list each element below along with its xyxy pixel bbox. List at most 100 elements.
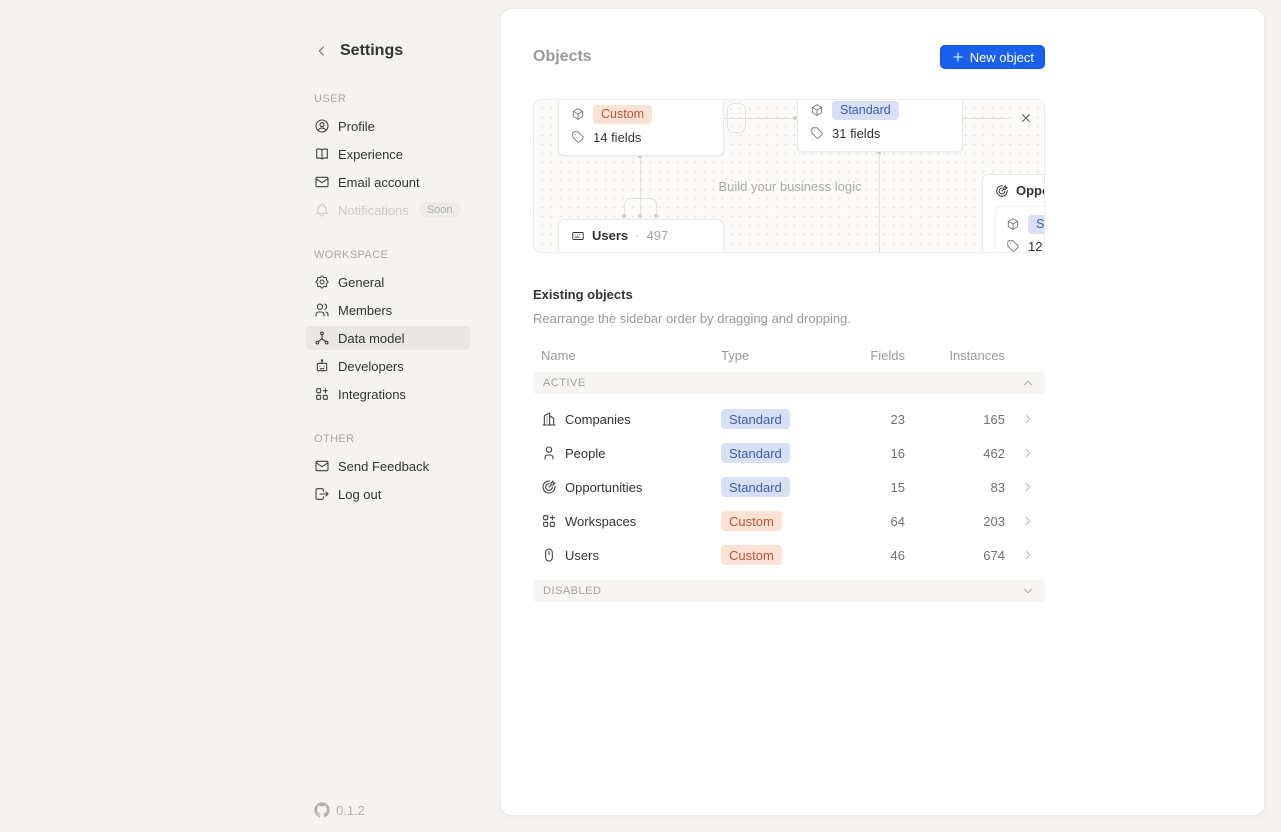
objects-table-header: NameTypeFieldsInstances [533, 341, 1045, 369]
cube-icon [571, 107, 585, 121]
settings-sidebar: Settings USER Profile Experience Email acco… [306, 0, 470, 832]
group-bar-disabled[interactable]: DISABLED [533, 580, 1045, 602]
sidebar-item-integrations[interactable]: Integrations [306, 382, 470, 406]
robot-icon [314, 358, 330, 374]
sidebar-item-label: General [338, 275, 384, 290]
github-icon [314, 802, 330, 818]
connector-dot [622, 214, 626, 218]
chevron-right-icon [1021, 412, 1035, 426]
sidebar-item-developers[interactable]: Developers [306, 354, 470, 378]
fields-count: 64 [845, 514, 905, 529]
sidebar-item-label: Email account [338, 175, 420, 190]
logout-icon [314, 486, 330, 502]
type-tag: Custom [721, 545, 782, 565]
existing-objects-title: Existing objects [533, 287, 1045, 302]
column-header-instances: Instances [905, 348, 1005, 363]
table-row-companies[interactable]: CompaniesStandard23165 [533, 402, 1045, 436]
sidebar-item-label: Developers [338, 359, 404, 374]
mouse-icon [541, 547, 557, 563]
banner-close-button[interactable] [1014, 106, 1038, 130]
object-name: Users [592, 228, 628, 243]
apps-icon [314, 386, 330, 402]
gear-icon [314, 274, 330, 290]
sidebar-item-label: Profile [338, 119, 375, 134]
fields-count: 31 fields [832, 126, 880, 141]
app-version[interactable]: 0.1.2 [314, 802, 365, 818]
section-label-user: USER [306, 93, 470, 105]
sidebar-item-profile[interactable]: Profile [306, 114, 470, 138]
sidebar-item-notifications[interactable]: NotificationsSoon [306, 198, 470, 222]
sidebar-item-label: Experience [338, 147, 403, 162]
sidebar-item-email-account[interactable]: Email account [306, 170, 470, 194]
object-name: Companies [565, 412, 631, 427]
column-header-name: Name [533, 348, 705, 363]
user-circle-icon [314, 118, 330, 134]
type-tag: Standard [721, 443, 790, 463]
type-tag: Standard [721, 409, 790, 429]
sidebar-item-label: Members [338, 303, 392, 318]
group-label: ACTIVE [543, 377, 586, 389]
sidebar-item-experience[interactable]: Experience [306, 142, 470, 166]
sidebar-item-members[interactable]: Members [306, 298, 470, 322]
instances-count: 462 [905, 446, 1005, 461]
mail-icon [314, 174, 330, 190]
instances-count: 83 [905, 480, 1005, 495]
chevron-down-icon [1021, 584, 1035, 598]
connector-line [963, 118, 1009, 119]
settings-header: Settings [306, 42, 470, 60]
plus-icon [951, 50, 965, 64]
sidebar-item-send-feedback[interactable]: Send Feedback [306, 454, 470, 478]
table-row-users[interactable]: UsersCustom46674 [533, 538, 1045, 572]
mail-icon [314, 458, 330, 474]
sidebar-sections: USER Profile Experience Email account Notifi… [306, 93, 470, 506]
connector-dot [638, 214, 642, 218]
cube-icon [810, 103, 824, 117]
fields-count: 12 fields [1028, 239, 1045, 254]
table-row-opportunities[interactable]: OpportunitiesStandard1583 [533, 470, 1045, 504]
sidebar-item-label: Log out [338, 487, 381, 502]
tag-icon [571, 130, 585, 144]
banner-node-standard: Standard 31 fields [797, 99, 963, 152]
table-row-workspaces[interactable]: WorkspacesCustom64203 [533, 504, 1045, 538]
tag-icon [1006, 239, 1020, 253]
cube-icon [1006, 217, 1020, 231]
column-header-type: Type [705, 348, 845, 363]
page-title: Objects [533, 48, 592, 66]
tag-icon [810, 126, 824, 140]
connector-dot [654, 214, 658, 218]
type-tag: Standard [1028, 215, 1045, 234]
type-tag: Standard [721, 477, 790, 497]
instances-count: 203 [905, 514, 1005, 529]
banner-node-users: Users · 497 [558, 219, 724, 253]
fields-count: 23 [845, 412, 905, 427]
type-tag: Standard [832, 101, 899, 120]
column-header-fields: Fields [845, 348, 905, 363]
back-chevron-icon[interactable] [314, 43, 330, 59]
sidebar-item-label: Notifications [338, 203, 409, 218]
type-tag: Custom [721, 511, 782, 531]
group-bar-active[interactable]: ACTIVE [533, 372, 1045, 394]
main-panel: Objects New object [500, 8, 1265, 816]
sidebar-item-data-model[interactable]: Data model [306, 326, 470, 350]
sidebar-item-log-out[interactable]: Log out [306, 482, 470, 506]
chevron-right-icon [1021, 514, 1035, 528]
apps-icon [541, 513, 557, 529]
section-label-other: OTHER [306, 433, 470, 445]
table-row-people[interactable]: PeopleStandard16462 [533, 436, 1045, 470]
version-label: 0.1.2 [336, 803, 365, 818]
book-icon [314, 146, 330, 162]
sidebar-item-label: Integrations [338, 387, 406, 402]
banner-node-custom: Custom 14 fields [558, 99, 724, 156]
new-object-button[interactable]: New object [940, 45, 1045, 69]
connector-loop [727, 103, 746, 133]
sidebar-item-general[interactable]: General [306, 270, 470, 294]
person-icon [541, 445, 557, 461]
fields-count: 14 fields [593, 130, 641, 145]
existing-objects-subtitle: Rearrange the sidebar order by dragging … [533, 310, 1045, 328]
objects-table-body: ACTIVECompaniesStandard23165PeopleStanda… [533, 372, 1045, 602]
chevron-right-icon [1021, 548, 1035, 562]
data-model-banner: Custom 14 fields Standard 31 fields [533, 99, 1045, 253]
banner-subcard: Standard 12 fields [995, 206, 1045, 253]
group-label: DISABLED [543, 585, 601, 597]
building-icon [541, 411, 557, 427]
